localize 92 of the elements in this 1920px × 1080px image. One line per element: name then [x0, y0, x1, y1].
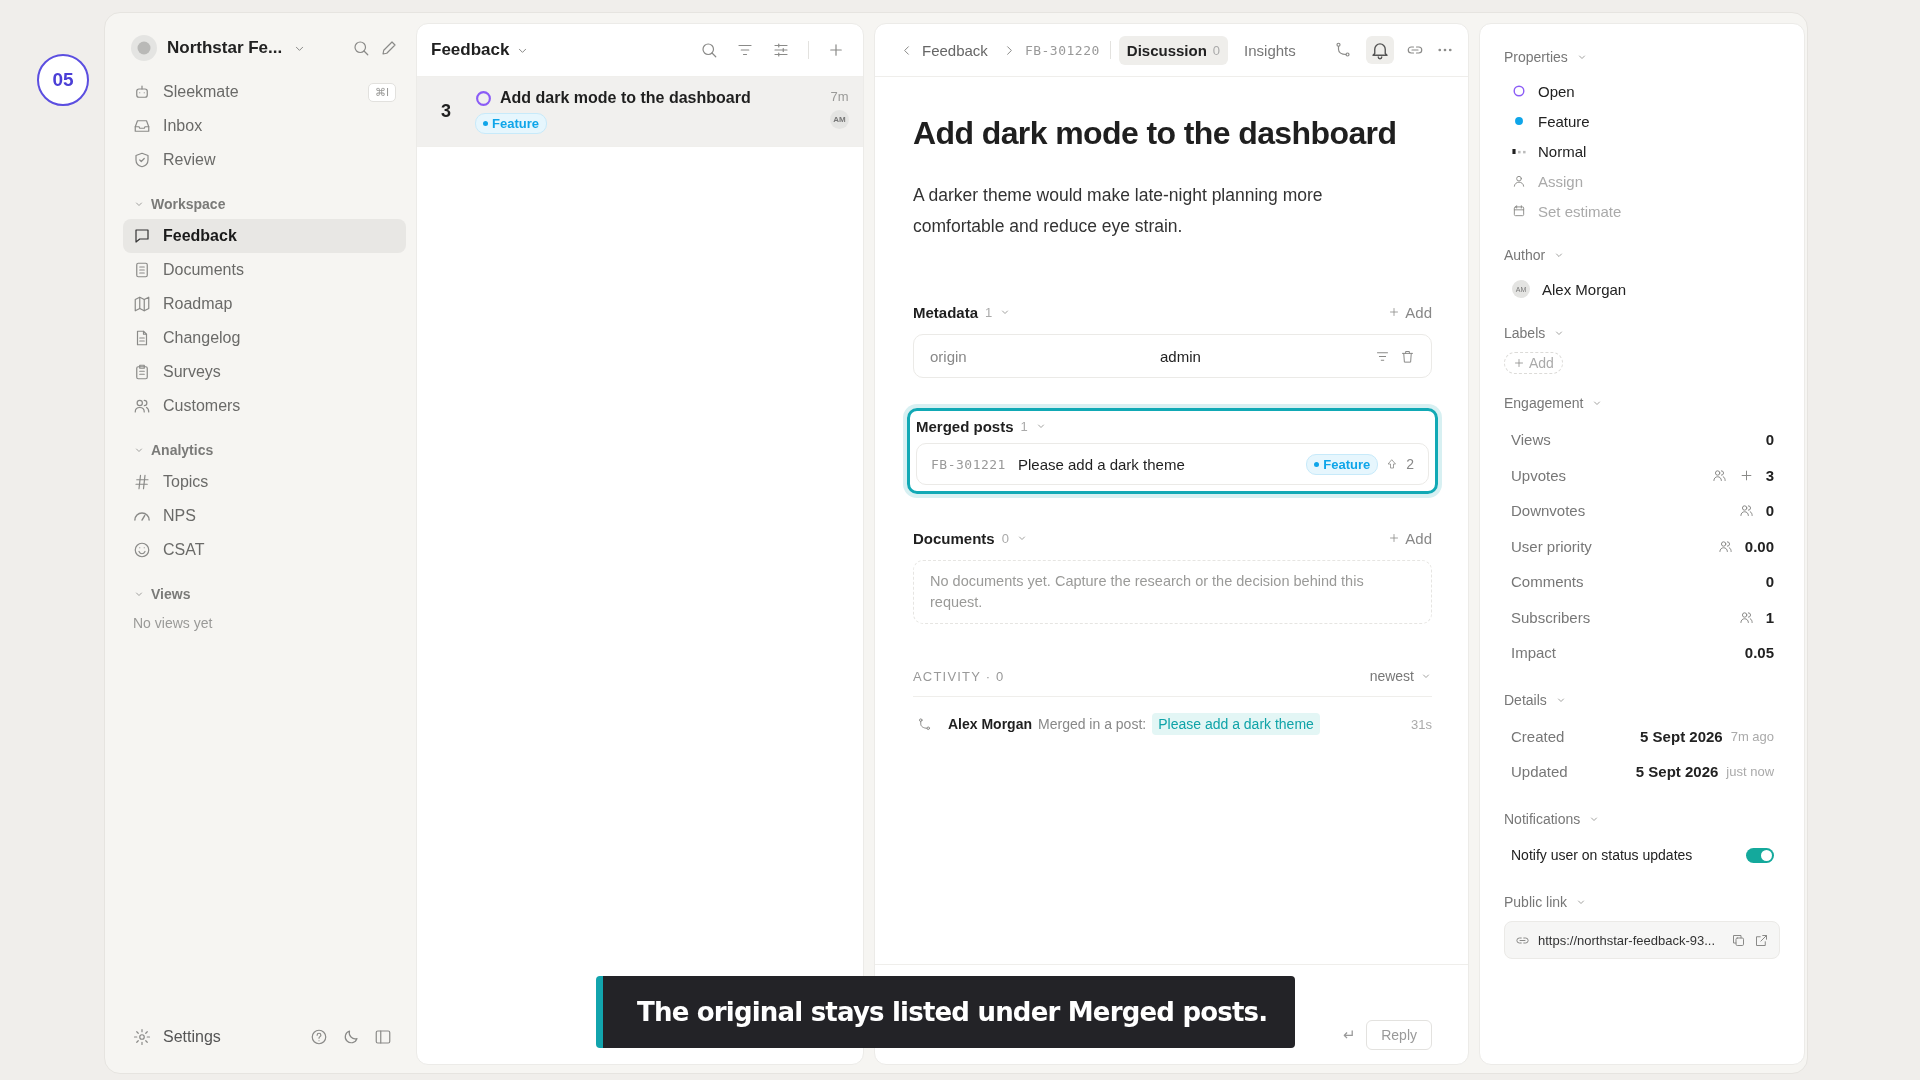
shortcut-hint: ⌘I — [367, 82, 396, 102]
stat-label: Subscribers — [1511, 608, 1591, 626]
stat-label: Impact — [1511, 644, 1556, 662]
section-title: Author — [1504, 247, 1546, 263]
workspace-name[interactable]: Northstar Fe... — [167, 38, 283, 58]
author-name[interactable]: Alex Morgan — [1542, 280, 1627, 298]
breadcrumb-id: FB-301220 — [1024, 42, 1100, 58]
public-link-field[interactable]: https://northstar-feedback-93... — [1504, 921, 1781, 959]
activity-heading: ACTIVITY · 0 — [913, 668, 1005, 684]
step-badge: 05 — [37, 54, 89, 106]
merged-post-title: Please add a dark theme — [1017, 455, 1185, 473]
metadata-value: admin — [1160, 347, 1201, 365]
stat-value: 0.05 — [1744, 644, 1775, 662]
relative-time: just now — [1726, 764, 1775, 780]
metadata-key: origin — [930, 347, 1150, 365]
vote-count: 2 — [1406, 456, 1414, 472]
detail-label: Updated — [1511, 763, 1568, 781]
sidebar-item[interactable]: Surveys — [123, 355, 406, 389]
add-button[interactable]: Add — [1388, 303, 1432, 321]
author-avatar: AM — [830, 110, 849, 129]
date-value: 5 Sept 2026 — [1640, 727, 1723, 745]
section-title: Engagement — [1504, 395, 1584, 411]
settings-link[interactable]: Settings — [133, 1028, 221, 1046]
stat-value: 3 — [1765, 466, 1775, 484]
feedback-list-item[interactable]: 3 Add dark mode to the dashboard Feature 7m AM — [417, 76, 863, 147]
sidebar-item[interactable]: Review — [123, 143, 406, 177]
post-title: Add dark mode to the dashboard — [913, 115, 1398, 152]
caption-banner: The original stays listed under Merged posts. — [596, 976, 1296, 1048]
public-link-url: https://northstar-feedback-93... — [1538, 932, 1716, 948]
feature-tag: Feature — [475, 113, 547, 134]
sidebar-item[interactable]: Customers — [123, 389, 406, 423]
merged-post-link[interactable]: Please add a dark theme — [1152, 713, 1320, 735]
sidebar-item[interactable]: Inbox — [123, 109, 406, 143]
tab[interactable]: Insights — [1236, 35, 1304, 65]
section-count: 0 — [1001, 530, 1009, 546]
sidebar-item[interactable]: NPS — [123, 499, 406, 533]
detail-label: Created — [1511, 727, 1565, 745]
section-title: Properties — [1504, 49, 1568, 65]
section-title: Documents — [913, 529, 995, 547]
sidebar-item[interactable]: Sleekmate ⌘I — [123, 75, 406, 109]
stat-label: Upvotes — [1511, 466, 1567, 484]
feature-tag: Feature — [1306, 453, 1379, 475]
section-title: Merged posts — [916, 417, 1014, 435]
section-header[interactable]: Views — [123, 579, 406, 609]
post-id: FB-301221 — [931, 456, 1006, 472]
section-header[interactable]: Analytics — [123, 435, 406, 465]
section-title: Metadata — [913, 303, 979, 321]
property-item[interactable]: Open — [1504, 76, 1781, 106]
property-item[interactable]: Normal — [1504, 136, 1781, 166]
add-button[interactable]: Add — [1388, 529, 1432, 547]
sidebar-item[interactable]: CSAT — [123, 533, 406, 567]
sidebar-item[interactable]: Feedback — [123, 219, 406, 253]
empty-views-text: No views yet — [132, 614, 214, 633]
stat-value: 0 — [1765, 502, 1775, 520]
tab[interactable]: Discussion 0 — [1118, 35, 1229, 65]
enter-key-hint: ↵ — [1343, 1026, 1357, 1045]
sort-dropdown[interactable]: newest — [1369, 668, 1414, 684]
stat-label: Comments — [1511, 573, 1584, 591]
section-title: Labels — [1504, 325, 1546, 341]
stat-value: 0 — [1765, 573, 1775, 591]
post-description: A darker theme would make late-night planning more comfortable and reduce eye strain. — [913, 184, 1324, 238]
sidebar-item[interactable]: Changelog — [123, 321, 406, 355]
property-item[interactable]: Feature — [1504, 106, 1781, 136]
section-count: 1 — [1020, 418, 1028, 434]
stat-value: 0.00 — [1744, 537, 1775, 555]
notify-label: Notify user on status updates — [1511, 847, 1693, 864]
vote-count: 3 — [441, 101, 452, 122]
activity-text: Merged in a post: — [1038, 716, 1147, 732]
empty-documents-text: No documents yet. Capture the research or the decision behind this request. — [913, 560, 1432, 624]
stat-label: User priority — [1511, 537, 1592, 555]
stat-label: Views — [1511, 431, 1551, 449]
stat-value: 0 — [1765, 431, 1775, 449]
post-title: Add dark mode to the dashboard — [500, 89, 751, 107]
section-count: 1 — [985, 304, 993, 320]
date-value: 5 Sept 2026 — [1635, 763, 1719, 781]
sidebar-item[interactable]: Roadmap — [123, 287, 406, 321]
list-title[interactable]: Feedback — [431, 40, 510, 60]
sidebar-item[interactable]: Documents — [123, 253, 406, 287]
section-header[interactable]: Workspace — [123, 189, 406, 219]
activity-author: Alex Morgan — [948, 716, 1032, 732]
sidebar-item[interactable]: Topics — [123, 465, 406, 499]
merged-post-row[interactable]: FB-301221 Please add a dark theme Feature 2 — [916, 443, 1429, 485]
stat-value: 1 — [1765, 608, 1775, 626]
activity-time: 31s — [1411, 716, 1432, 732]
stat-label: Downvotes — [1511, 502, 1586, 520]
section-title: Details — [1504, 691, 1547, 708]
post-age: 7m — [830, 89, 849, 104]
reply-button[interactable]: Reply — [1366, 1020, 1432, 1050]
section-title: Public link — [1504, 894, 1568, 910]
breadcrumb-link[interactable]: Feedback — [922, 41, 988, 59]
section-title: Notifications — [1504, 810, 1581, 827]
relative-time: 7m ago — [1730, 728, 1775, 744]
